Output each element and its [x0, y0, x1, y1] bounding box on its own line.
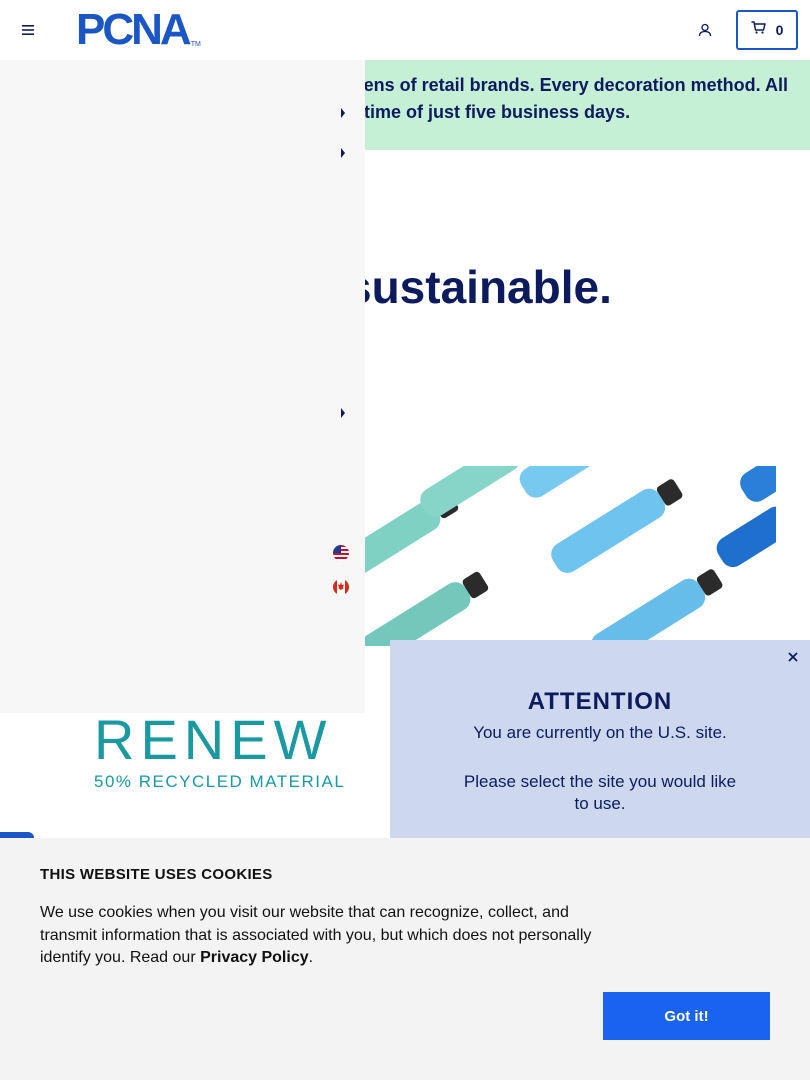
privacy-policy-link[interactable]: Privacy Policy [200, 949, 309, 966]
logo-trademark: TM [190, 41, 201, 48]
cart-button[interactable]: 0 [736, 10, 798, 50]
cookie-banner: THIS WEBSITE USES COOKIES We use cookies… [0, 838, 810, 1080]
cart-count: 0 [775, 22, 784, 38]
us-flag-icon[interactable] [333, 545, 349, 561]
cookie-title: THIS WEBSITE USES COOKIES [40, 866, 273, 883]
pcna-logo[interactable]: PCNA TM [76, 5, 201, 54]
canada-flag-icon[interactable] [333, 579, 349, 595]
close-icon[interactable] [784, 648, 802, 666]
accept-cookies-button[interactable]: Got it! [603, 992, 770, 1040]
logo-text: PCNA [76, 5, 192, 54]
caret-right-icon[interactable] [340, 105, 350, 118]
hero-headline: sustainable. [346, 261, 612, 313]
cart-icon [751, 21, 766, 39]
hamburger-icon[interactable] [18, 20, 38, 40]
attention-instruction: Please select the site you would like to… [463, 772, 737, 813]
cookie-text: We use cookies when you visit our websit… [40, 902, 610, 970]
renew-word: RENEW [94, 708, 333, 771]
attention-title: ATTENTION [527, 688, 673, 715]
caret-right-icon[interactable] [340, 145, 350, 158]
user-icon[interactable] [694, 19, 716, 41]
site-select-modal: ATTENTION You are currently on the U.S. … [390, 640, 810, 840]
renew-subtitle: 50% RECYCLED MATERIAL [94, 772, 346, 791]
site-header: PCNA TM 0 [0, 0, 810, 60]
cookie-body-suffix: . [308, 949, 314, 966]
caret-right-icon[interactable] [340, 405, 350, 418]
attention-current-site: You are currently on the U.S. site. [473, 723, 727, 742]
nav-drawer [0, 60, 365, 713]
cookie-body-text: We use cookies when you visit our websit… [40, 904, 592, 966]
renew-logo: RENEW 50% RECYCLED MATERIAL [94, 710, 364, 800]
